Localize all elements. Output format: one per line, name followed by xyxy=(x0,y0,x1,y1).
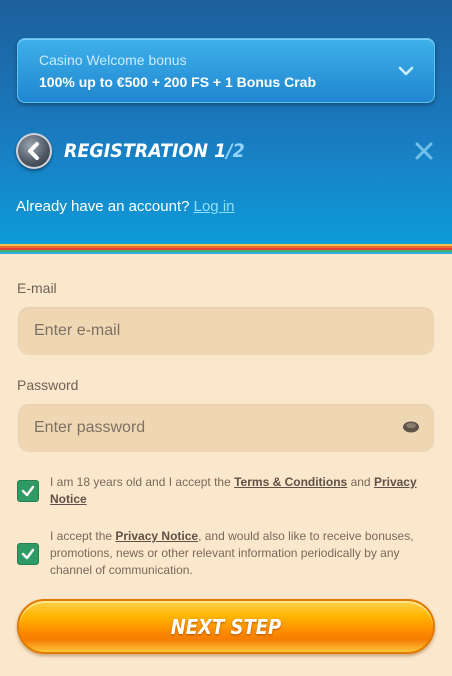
next-step-label: NEXT STEP xyxy=(170,615,282,639)
terms-conditions-link[interactable]: Terms & Conditions xyxy=(234,475,347,489)
chevron-down-icon xyxy=(398,66,414,76)
consent-text: I accept the xyxy=(50,529,116,543)
close-icon[interactable] xyxy=(414,141,434,161)
login-prompt: Already have an account? Log in xyxy=(16,198,235,215)
header: Casino Welcome bonus 100% up to €500 + 2… xyxy=(0,0,452,244)
login-prompt-text: Already have an account? xyxy=(16,198,190,215)
eye-icon[interactable] xyxy=(402,420,420,434)
marketing-consent-checkbox[interactable] xyxy=(17,543,39,565)
checkmark-icon xyxy=(21,548,35,560)
privacy-notice-link[interactable]: Privacy Notice xyxy=(115,529,198,543)
login-link[interactable]: Log in xyxy=(194,198,235,215)
consent-text: I am 18 years old and I accept the xyxy=(50,475,235,489)
age-terms-consent-text: I am 18 years old and I accept the Terms… xyxy=(50,474,420,508)
step-total: 2 xyxy=(232,140,245,162)
page-title: REGISTRATION 1/2 xyxy=(64,140,245,162)
age-terms-checkbox[interactable] xyxy=(17,480,39,502)
password-label: Password xyxy=(17,377,79,393)
email-label: E-mail xyxy=(17,280,57,296)
title-text: REGISTRATION 1 xyxy=(64,140,227,162)
bonus-description: 100% up to €500 + 200 FS + 1 Bonus Crab xyxy=(39,74,316,90)
email-field[interactable] xyxy=(17,306,435,356)
decorative-stripes xyxy=(0,244,452,254)
next-step-button[interactable]: NEXT STEP xyxy=(17,599,435,654)
back-button[interactable] xyxy=(16,133,52,169)
bonus-title: Casino Welcome bonus xyxy=(39,52,187,68)
checkmark-icon xyxy=(21,485,35,497)
password-field[interactable] xyxy=(17,403,435,453)
welcome-bonus-dropdown[interactable]: Casino Welcome bonus 100% up to €500 + 2… xyxy=(17,38,435,103)
marketing-consent-text: I accept the Privacy Notice, and would a… xyxy=(50,528,420,579)
consent-text: and xyxy=(347,475,374,489)
arrow-left-icon xyxy=(28,142,39,160)
